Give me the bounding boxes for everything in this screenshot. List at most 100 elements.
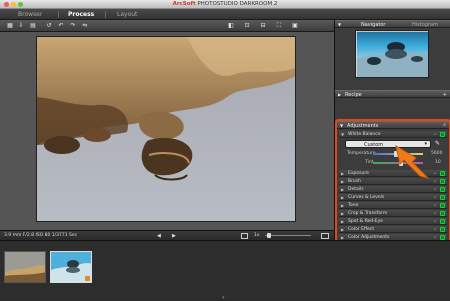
tab-layout[interactable]: Layout bbox=[117, 11, 137, 18]
split-view-icon[interactable]: ⊟ bbox=[259, 22, 267, 30]
navigator-preview[interactable] bbox=[355, 30, 429, 78]
flip-icon[interactable]: ⇋ bbox=[81, 22, 89, 30]
undo-icon[interactable]: ↶ bbox=[434, 211, 437, 216]
expand-triangle-icon: ▶ bbox=[341, 219, 345, 224]
title-bar: ArcSoft PHOTOSTUDIO DARKROOM 2 bbox=[0, 0, 450, 9]
eyedropper-icon[interactable]: ✎ bbox=[435, 140, 445, 148]
photo-image bbox=[37, 37, 295, 221]
adjustment-label: Color Adjustments bbox=[348, 234, 390, 240]
enable-checkbox[interactable] bbox=[440, 203, 445, 208]
save-icon[interactable]: ▦ bbox=[6, 22, 14, 30]
temperature-label: Temperature bbox=[347, 151, 376, 156]
print-icon[interactable]: ▤ bbox=[29, 22, 37, 30]
enable-checkbox[interactable] bbox=[440, 187, 445, 192]
filmstrip-toggle-icon[interactable] bbox=[321, 233, 329, 239]
enable-checkbox[interactable] bbox=[440, 171, 445, 176]
expand-triangle-icon: ▶ bbox=[338, 92, 342, 97]
export-icon[interactable]: ⇩ bbox=[17, 22, 25, 30]
histogram-tab[interactable]: Histogram bbox=[412, 22, 438, 28]
undo-icon[interactable]: ↶ bbox=[434, 235, 437, 240]
rotate-left-icon[interactable]: ↺ bbox=[45, 22, 53, 30]
expand-triangle-icon: ▶ bbox=[341, 179, 345, 184]
enable-checkbox[interactable] bbox=[440, 211, 445, 216]
filmstrip: ▾ bbox=[0, 240, 450, 301]
app-title: PHOTOSTUDIO DARKROOM 2 bbox=[197, 1, 278, 7]
adjustment-label: Details bbox=[348, 186, 364, 192]
preset-value: Custom bbox=[364, 141, 384, 148]
adjustments-header[interactable]: ▼ Adjustments ⌕ bbox=[337, 121, 449, 129]
expand-triangle-icon: ▶ bbox=[341, 195, 345, 200]
zoom-slider-handle[interactable] bbox=[267, 233, 271, 238]
fit-screen-icon[interactable] bbox=[241, 232, 248, 239]
white-balance-row[interactable]: ▼ White Balance ↶ bbox=[339, 131, 447, 138]
filmstrip-thumb[interactable] bbox=[4, 251, 46, 283]
temperature-value[interactable]: 5600 bbox=[431, 151, 442, 156]
adjustments-label: Adjustments bbox=[347, 123, 379, 129]
filmstrip-collapse-icon[interactable]: ▾ bbox=[222, 295, 225, 301]
recipe-add-icon[interactable]: + bbox=[443, 92, 447, 98]
tab-browser[interactable]: Browser bbox=[18, 11, 42, 18]
adjustment-row-color-effect[interactable]: ▶ Color Effect ↶ bbox=[339, 226, 447, 233]
window-title: ArcSoft PHOTOSTUDIO DARKROOM 2 bbox=[0, 1, 450, 7]
adjustment-label: Color Effect bbox=[348, 226, 375, 232]
adjustment-row-curves-levels[interactable]: ▶ Curves & Levels ↶ bbox=[339, 194, 447, 201]
adjustment-label: Tone bbox=[348, 202, 359, 208]
undo-icon[interactable]: ↶ bbox=[434, 219, 437, 224]
enable-checkbox[interactable] bbox=[440, 179, 445, 184]
zoom-slider[interactable] bbox=[265, 235, 311, 236]
right-panel: ▼ Navigator Histogram ▶ Recipe + ▼ Adjus… bbox=[334, 20, 450, 262]
navigator-tab[interactable]: Navigator bbox=[361, 22, 385, 28]
adjustment-label: Brush bbox=[348, 178, 361, 184]
adjustment-label: Spot & Red-Eye bbox=[348, 218, 384, 224]
toolbar: ▦ ⇩ ▤ ↺ ↶ ↷ ⇋ ◧ ⊡ ⊟ ⛶ ▣ bbox=[0, 20, 334, 32]
next-image-icon[interactable]: ▶ bbox=[172, 233, 176, 239]
white-balance-label: White Balance bbox=[348, 131, 381, 137]
enable-checkbox[interactable] bbox=[440, 227, 445, 232]
undo-icon[interactable]: ↶ bbox=[434, 179, 437, 184]
enable-checkbox[interactable] bbox=[440, 219, 445, 224]
thumb-image bbox=[5, 252, 45, 282]
collapse-triangle-icon: ▼ bbox=[340, 123, 344, 128]
undo-icon[interactable]: ↶ bbox=[434, 187, 437, 192]
collapse-triangle-icon: ▼ bbox=[341, 132, 345, 137]
callout-arrow-icon bbox=[395, 144, 430, 179]
view-mode-icon[interactable]: ▣ bbox=[291, 22, 299, 30]
recipe-header[interactable]: ▶ Recipe + bbox=[335, 90, 450, 98]
compare-icon[interactable]: ◧ bbox=[227, 22, 235, 30]
expand-triangle-icon: ▶ bbox=[341, 227, 345, 232]
navigator-image bbox=[356, 31, 428, 77]
enable-checkbox[interactable] bbox=[440, 195, 445, 200]
tab-divider bbox=[58, 11, 59, 18]
adjustment-row-spot-red-eye[interactable]: ▶ Spot & Red-Eye ↶ bbox=[339, 218, 447, 225]
undo-icon[interactable]: ↶ bbox=[434, 195, 437, 200]
adjustment-row-crop-transform[interactable]: ▶ Crop & Transform ↶ bbox=[339, 210, 447, 217]
tab-divider bbox=[105, 11, 106, 18]
zoom-level: 1x bbox=[254, 233, 260, 238]
search-icon[interactable]: ⌕ bbox=[443, 122, 446, 128]
mode-tabs: Browser Process Layout bbox=[0, 9, 450, 20]
filmstrip-thumb-selected[interactable] bbox=[50, 251, 92, 283]
undo-icon[interactable]: ↶ bbox=[57, 22, 65, 30]
expand-triangle-icon: ▶ bbox=[341, 211, 345, 216]
edited-badge-icon bbox=[85, 276, 90, 281]
brand-name: ArcSoft bbox=[172, 1, 196, 7]
undo-icon[interactable]: ↶ bbox=[434, 132, 437, 137]
tab-process[interactable]: Process bbox=[68, 11, 94, 18]
photo-preview[interactable] bbox=[36, 36, 296, 222]
expand-triangle-icon: ▶ bbox=[341, 187, 345, 192]
fit-view-icon[interactable]: ⊡ bbox=[243, 22, 251, 30]
adjustment-row-details[interactable]: ▶ Details ↶ bbox=[339, 186, 447, 193]
undo-icon[interactable]: ↶ bbox=[434, 203, 437, 208]
undo-icon[interactable]: ↶ bbox=[434, 227, 437, 232]
enable-checkbox[interactable] bbox=[440, 132, 445, 137]
navigator-header[interactable]: ▼ Navigator Histogram bbox=[335, 20, 450, 28]
fullscreen-icon[interactable]: ⛶ bbox=[275, 22, 283, 30]
photo-canvas bbox=[0, 32, 334, 230]
prev-image-icon[interactable]: ◀ bbox=[157, 233, 161, 239]
adjustment-label: Curves & Levels bbox=[348, 194, 385, 200]
undo-icon[interactable]: ↶ bbox=[434, 171, 437, 176]
redo-icon[interactable]: ↷ bbox=[69, 22, 77, 30]
expand-triangle-icon: ▶ bbox=[341, 203, 345, 208]
adjustment-row-tone[interactable]: ▶ Tone ↶ bbox=[339, 202, 447, 209]
tint-value[interactable]: 10 bbox=[435, 160, 441, 165]
